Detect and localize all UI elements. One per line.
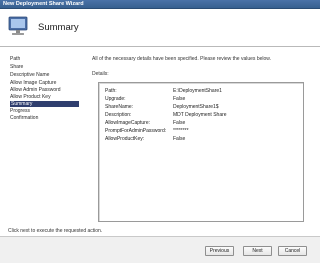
- wizard-header: Summary: [0, 9, 320, 47]
- details-label: Details:: [92, 71, 109, 77]
- detail-row: AllowProductKey: False: [105, 136, 301, 142]
- summary-content: All of the necessary details have been s…: [84, 47, 320, 235]
- detail-key: AllowProductKey:: [105, 136, 145, 142]
- nav-item-share[interactable]: Share: [10, 64, 80, 70]
- nav-item-confirmation[interactable]: Confirmation: [10, 115, 80, 121]
- title-bar: New Deployment Share Wizard: [0, 0, 320, 9]
- nav-item-allow-product-key[interactable]: Allow Product Key: [10, 94, 80, 100]
- window-title: New Deployment Share Wizard: [3, 1, 84, 7]
- detail-row: Description: MDT Deployment Share: [105, 112, 301, 118]
- detail-value: ********: [173, 128, 189, 134]
- nav-item-path[interactable]: Path: [10, 56, 80, 62]
- detail-value: False: [173, 96, 186, 102]
- details-textbox[interactable]: Path: E:\DeploymentShare1 Upgrade: False…: [98, 82, 304, 222]
- detail-value: MDT Deployment Share: [173, 112, 227, 118]
- cancel-button[interactable]: Cancel: [278, 246, 307, 256]
- detail-value: False: [173, 136, 186, 142]
- nav-item-allow-image-capture[interactable]: Allow Image Capture: [10, 80, 80, 86]
- previous-button[interactable]: Previous: [205, 246, 234, 256]
- intro-text: All of the necessary details have been s…: [92, 56, 271, 62]
- detail-key: ShareName:: [105, 104, 134, 110]
- instruction-text: Click next to execute the requested acti…: [8, 228, 103, 234]
- detail-key: Path:: [105, 88, 117, 94]
- detail-key: PromptForAdminPassword:: [105, 128, 167, 134]
- detail-row: PromptForAdminPassword: ********: [105, 128, 301, 134]
- nav-item-summary[interactable]: Summary: [10, 101, 79, 107]
- detail-row: Path: E:\DeploymentShare1: [105, 88, 301, 94]
- detail-row: AllowImageCapture: False: [105, 120, 301, 126]
- detail-row: ShareName: DeploymentShare1$: [105, 104, 301, 110]
- detail-key: Description:: [105, 112, 132, 118]
- wizard-steps-nav: Path Share Descriptive Name Allow Image …: [0, 47, 82, 235]
- next-button[interactable]: Next: [243, 246, 272, 256]
- nav-item-descriptive-name[interactable]: Descriptive Name: [10, 72, 80, 78]
- detail-value: False: [173, 120, 186, 126]
- detail-key: AllowImageCapture:: [105, 120, 151, 126]
- detail-key: Upgrade:: [105, 96, 126, 102]
- detail-value: E:\DeploymentShare1: [173, 88, 222, 94]
- monitor-icon: [8, 16, 28, 35]
- button-bar: Previous Next Cancel: [0, 237, 320, 263]
- page-title: Summary: [38, 22, 79, 33]
- nav-item-allow-admin-password[interactable]: Allow Admin Password: [10, 87, 80, 93]
- detail-row: Upgrade: False: [105, 96, 301, 102]
- nav-item-progress[interactable]: Progress: [10, 108, 80, 114]
- detail-value: DeploymentShare1$: [173, 104, 219, 110]
